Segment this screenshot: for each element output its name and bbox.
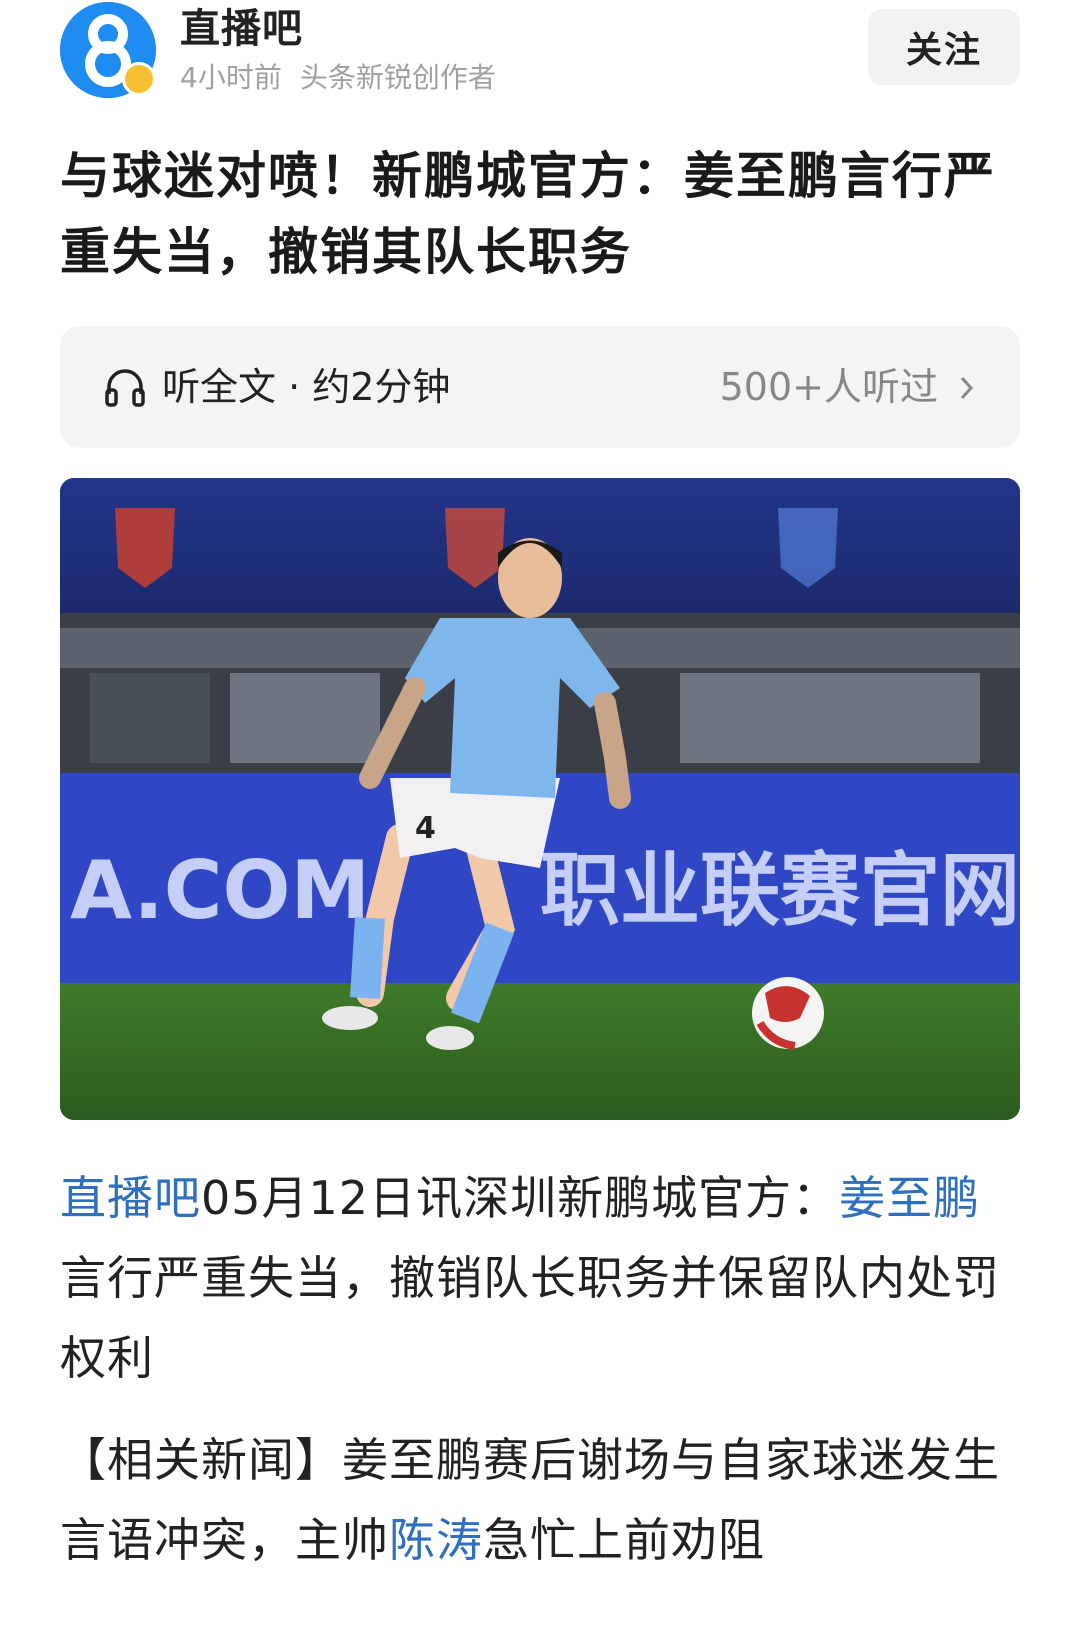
jersey-number: 4	[415, 811, 436, 846]
listen-label: 听全文 · 约2分钟	[162, 365, 451, 409]
listen-full-text-bar[interactable]: 听全文 · 约2分钟 500+人听过	[60, 326, 1020, 448]
article-paragraph-1: 直播吧05月12日讯深圳新鹏城官方：姜至鹏言行严重失当，撤销队长职务并保留队内处…	[60, 1158, 1020, 1398]
author-tag: 头条新锐创作者	[299, 61, 496, 94]
article-photo[interactable]: A.COM 职业联赛官网 4	[60, 478, 1020, 1120]
article-title: 与球迷对喷！新鹏城官方：姜至鹏言行严重失当，撤销其队长职务	[60, 147, 996, 281]
post-meta: 4小时前 头条新锐创作者	[180, 60, 514, 96]
post-time: 4小时前	[180, 61, 282, 94]
listen-count: 500+人听过	[719, 365, 938, 409]
author-name[interactable]: 直播吧	[180, 4, 303, 54]
paragraph-text: 急忙上前劝阻	[483, 1513, 765, 1567]
creator-badge-icon	[122, 62, 156, 96]
banner-text-right: 职业联赛官网	[540, 844, 1020, 937]
headphones-icon	[105, 369, 145, 407]
source-link[interactable]: 直播吧	[60, 1171, 201, 1225]
football-player-photo: A.COM 职业联赛官网 4	[60, 478, 1020, 1120]
author-avatar[interactable]	[60, 2, 156, 98]
article-header: 直播吧 4小时前 头条新锐创作者 关注	[60, 0, 1020, 110]
chevron-right-icon	[960, 376, 974, 400]
paragraph-text: 言行严重失当，撤销队长职务并保留队内处罚权利	[60, 1251, 1000, 1385]
follow-button[interactable]: 关注	[868, 9, 1020, 85]
paragraph-text: 05月12日讯深圳新鹏城官方：	[201, 1171, 840, 1225]
article-paragraph-2: 【相关新闻】姜至鹏赛后谢场与自家球迷发生言语冲突，主帅陈涛急忙上前劝阻	[60, 1420, 1020, 1580]
player-link[interactable]: 姜至鹏	[839, 1171, 980, 1225]
soccer-ball-icon	[752, 977, 824, 1050]
coach-link[interactable]: 陈涛	[389, 1513, 483, 1567]
banner-text-left: A.COM	[70, 844, 370, 937]
